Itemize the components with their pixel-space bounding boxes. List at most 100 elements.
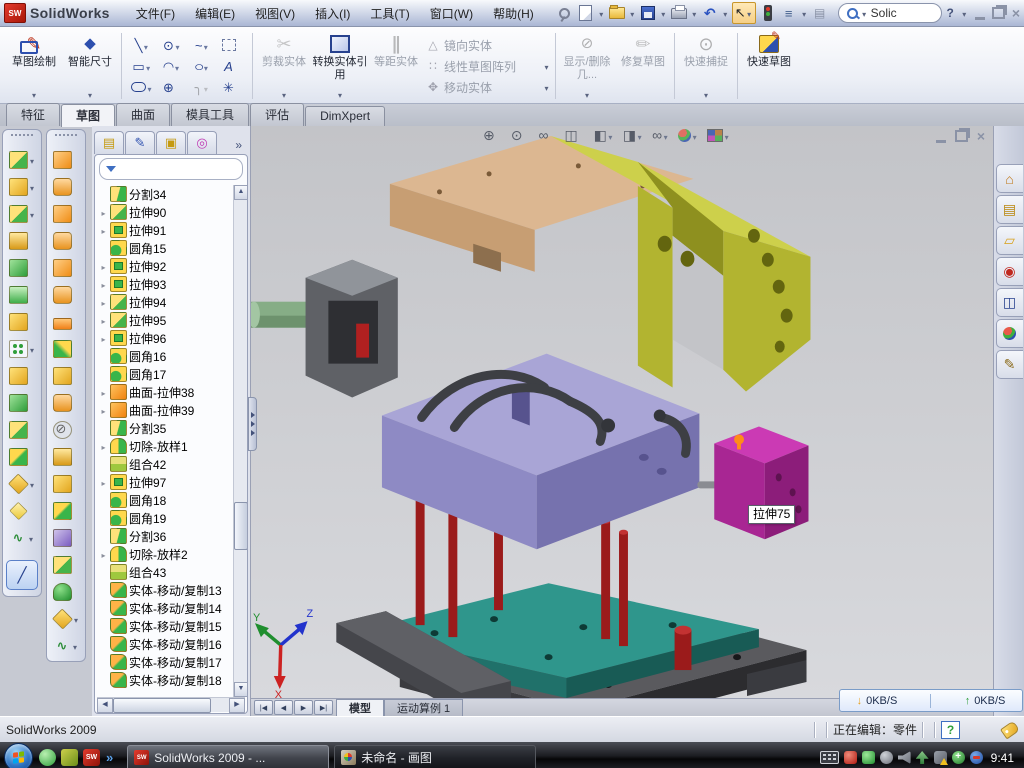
volume-tray-icon[interactable]	[898, 751, 911, 764]
command-tab[interactable]: DimXpert	[305, 106, 385, 126]
boss-stack-icon[interactable]	[9, 367, 36, 385]
instant3d-button[interactable]: ╱	[6, 560, 38, 590]
replace-face-icon[interactable]	[53, 448, 80, 466]
print-icon[interactable]	[670, 4, 688, 22]
doc-minimize-button[interactable]	[936, 130, 946, 143]
ellipse-icon[interactable]: ○	[187, 56, 217, 77]
reference-geometry-icon[interactable]	[9, 502, 36, 520]
menu-item[interactable]: 窗口(W)	[420, 2, 483, 25]
tree-item[interactable]: 实体-移动/复制16	[99, 635, 247, 653]
slot-icon[interactable]: ▭	[127, 77, 157, 98]
options-icon[interactable]: ≡	[780, 4, 798, 22]
command-tab[interactable]: 特征	[6, 103, 60, 126]
tree-item[interactable]: 拉伸97	[99, 473, 247, 491]
tree-horizontal-scrollbar[interactable]: ◀ ▶	[97, 697, 245, 712]
taskbar-window-button[interactable]: 未命名 - 画图	[334, 745, 536, 768]
expand-arrow-icon[interactable]	[99, 403, 108, 417]
shell-icon[interactable]	[9, 232, 36, 250]
expand-arrow-icon[interactable]	[99, 439, 108, 453]
tree-item[interactable]: 拉伸93	[99, 275, 247, 293]
sketch-draw-button[interactable]: ✎ 草图绘制	[6, 29, 62, 103]
fillet-surface-icon[interactable]	[53, 583, 80, 601]
model-tab[interactable]: 模型	[336, 699, 384, 716]
network-speed-widget[interactable]: ↓ 0KB/S ↑ 0KB/S	[839, 689, 1023, 712]
rectangle-icon[interactable]: ▭	[127, 56, 157, 77]
command-tab[interactable]: 曲面	[116, 103, 170, 126]
configurationmanager-tab[interactable]: ▣	[156, 131, 186, 154]
tree-item[interactable]: 拉伸90	[99, 203, 247, 221]
revolve-surface-icon[interactable]	[53, 151, 80, 169]
tree-item[interactable]: 拉伸95	[99, 311, 247, 329]
previous-view-icon[interactable]: ∞	[538, 128, 555, 142]
save-icon[interactable]	[639, 4, 657, 22]
sweep-surface-icon[interactable]	[53, 205, 80, 223]
tree-item[interactable]: 分割35	[99, 419, 247, 437]
doc-restore-button[interactable]	[955, 130, 968, 142]
propertymanager-tab[interactable]: ✎	[125, 131, 155, 154]
fillet-icon[interactable]	[9, 205, 36, 223]
convert-entities-button[interactable]: 转换实体引用	[312, 29, 368, 103]
pin-icon[interactable]	[556, 4, 574, 22]
zoom-area-icon[interactable]: ⊙	[511, 128, 530, 142]
section-view-icon[interactable]: ◫	[564, 128, 584, 142]
graphics-viewport[interactable]: Y Z X ⊕ ⊙	[251, 126, 993, 698]
start-button[interactable]	[4, 743, 33, 768]
planar-surface-icon[interactable]	[53, 313, 80, 331]
boundary-surface-icon[interactable]	[53, 259, 80, 277]
tree-item[interactable]: 圆角15	[99, 239, 247, 257]
polygon-icon[interactable]: ⊕	[157, 77, 187, 98]
draft-icon[interactable]	[9, 286, 36, 304]
security-quicklaunch-icon[interactable]	[61, 749, 78, 766]
scroll-right-icon[interactable]: ▶	[229, 698, 245, 713]
menu-item[interactable]: 插入(I)	[305, 2, 360, 25]
antivirus-tray-icon[interactable]	[844, 751, 857, 764]
rib-icon[interactable]	[9, 259, 36, 277]
command-tab[interactable]: 草图	[61, 104, 115, 127]
tree-vertical-scrollbar[interactable]: ▲ ▼	[233, 185, 247, 697]
undo-icon[interactable]: ↶	[701, 4, 719, 22]
tree-item[interactable]: 曲面-拉伸39	[99, 401, 247, 419]
tree-item[interactable]: 分割34	[99, 185, 247, 203]
sync-tray-icon[interactable]	[970, 751, 983, 764]
tree-item[interactable]: 实体-移动/复制17	[99, 653, 247, 671]
expand-arrow-icon[interactable]	[99, 277, 108, 291]
tree-item[interactable]: 拉伸94	[99, 293, 247, 311]
curve-tool-icon[interactable]	[54, 637, 79, 655]
selection-box-icon[interactable]	[217, 35, 247, 56]
expand-arrow-icon[interactable]	[99, 385, 108, 399]
menu-item[interactable]: 工具(T)	[360, 2, 419, 25]
tree-item[interactable]: 圆角18	[99, 491, 247, 509]
messenger-quicklaunch-icon[interactable]	[39, 749, 56, 766]
scene-icon[interactable]	[707, 127, 730, 143]
security-tray-icon[interactable]	[862, 751, 875, 764]
taskbar-window-button[interactable]: SW SolidWorks 2009 - ...	[127, 745, 329, 768]
status-help-button[interactable]: ?	[941, 721, 960, 739]
scroll-left-icon[interactable]: ◀	[97, 698, 113, 713]
tag-icon[interactable]	[1000, 720, 1020, 739]
panel-splitter[interactable]	[248, 397, 257, 451]
expand-arrow-icon[interactable]	[99, 547, 108, 561]
mirror-entities[interactable]: △ 镜向实体	[424, 36, 552, 55]
hole-wizard-icon[interactable]	[9, 313, 36, 331]
quick-launch-overflow-icon[interactable]: »	[106, 750, 113, 765]
freeform-icon[interactable]	[53, 340, 80, 358]
view-palette-tab[interactable]	[996, 288, 1023, 317]
rapid-sketch-button[interactable]: 快速草图	[741, 29, 797, 103]
move-entities[interactable]: ✥ 移动实体	[424, 78, 552, 97]
tree-item[interactable]: 分割36	[99, 527, 247, 545]
menu-item[interactable]: 文件(F)	[126, 2, 185, 25]
file-properties-icon[interactable]: ▤	[811, 4, 829, 22]
zoom-fit-icon[interactable]: ⊕	[483, 128, 502, 142]
search-input[interactable]: Solic	[871, 6, 897, 20]
select-tool-button[interactable]: ↖	[732, 2, 756, 24]
expand-arrow-icon[interactable]	[99, 331, 108, 345]
display-delete-relations-button[interactable]: ⊘ 显示/删除几...	[559, 29, 615, 103]
custom-properties-tab[interactable]	[996, 350, 1023, 379]
expand-arrow-icon[interactable]	[99, 205, 108, 219]
upload-tray-icon[interactable]	[916, 751, 929, 764]
minimize-button[interactable]	[975, 7, 985, 20]
tab-nav-button[interactable]: |◀	[254, 700, 273, 715]
model-tab[interactable]: 运动算例 1	[384, 699, 463, 716]
tree-item[interactable]: 切除-放样2	[99, 545, 247, 563]
appearances-tab[interactable]	[996, 319, 1023, 348]
